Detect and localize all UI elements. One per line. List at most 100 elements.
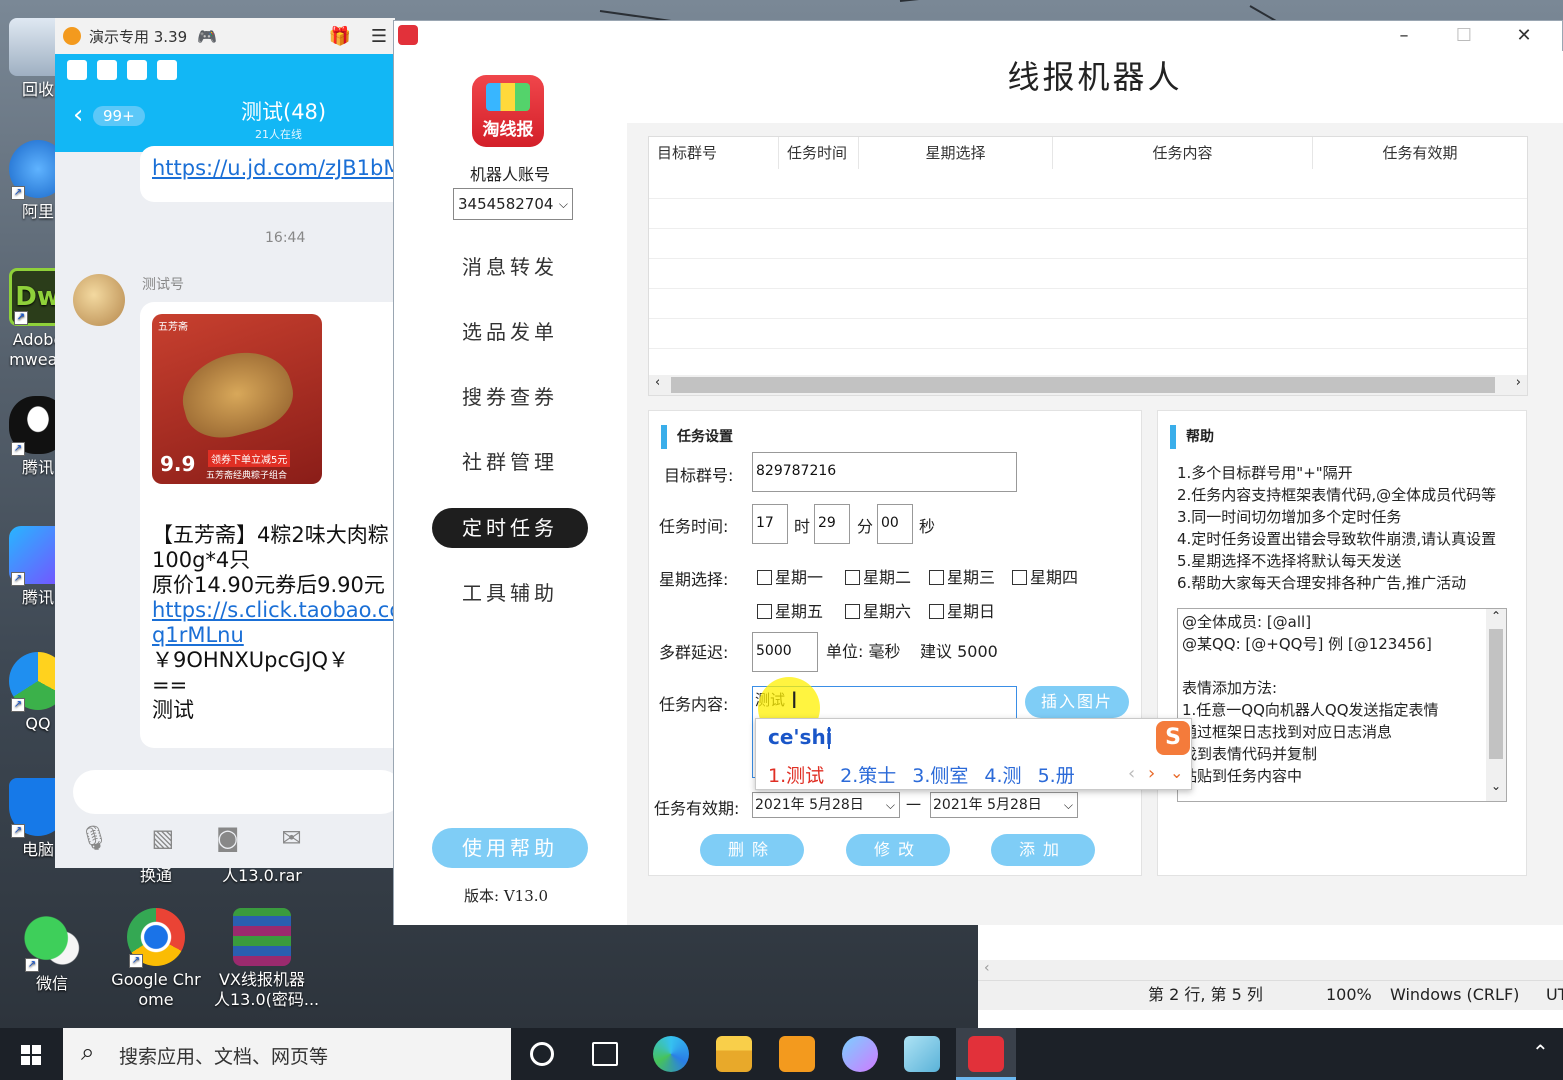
col-weekday[interactable]: 星期选择 (859, 137, 1053, 169)
edit-button[interactable]: 修改 (846, 834, 950, 866)
date-from-picker[interactable]: 2021年 5月28日 ⌵ (752, 792, 900, 818)
shortcut-arrow-icon: ↗ (25, 958, 39, 972)
notepad-window: ‹ 第 2 行, 第 5 列 100% Windows (CRLF) UT (978, 925, 1563, 1028)
cortana-icon[interactable] (530, 1042, 554, 1066)
search-icon: ⌕ (81, 1038, 95, 1066)
qq-titlebar: 演示专用 3.39 🎮 🎁 ☰ (55, 18, 395, 54)
ime-candidate[interactable]: 5.册 (1038, 761, 1075, 788)
nav-tools[interactable]: 工具辅助 (432, 573, 588, 613)
chevron-down-icon: ⌵ (1063, 798, 1073, 812)
microphone-icon[interactable]: 🎙 (79, 824, 109, 868)
ime-candidate[interactable]: 1.测试 (768, 761, 824, 788)
weekday-checkbox-thu[interactable]: 星期四 (1012, 564, 1078, 588)
taobao-link-tail[interactable]: q1rMLnu (152, 623, 395, 648)
weekday-checkbox-sun[interactable]: 星期日 (929, 598, 995, 622)
msg-line: 【五芳斋】4粽2味大肉粽 (152, 523, 389, 547)
section-title: 任务设置 (661, 425, 733, 449)
close-button[interactable]: ✕ (1494, 21, 1554, 51)
weekday-checkbox-sat[interactable]: 星期六 (845, 598, 911, 622)
gamepad-icon: 🎮 (197, 26, 218, 46)
task-view-icon[interactable] (592, 1042, 618, 1066)
minute-input[interactable]: 29 (814, 504, 850, 544)
chat-input-field[interactable] (73, 770, 395, 814)
product-image[interactable]: 五芳斋 9.9 领券下单立减5元 五芳斋经典粽子组合 (152, 314, 322, 484)
ime-candidate[interactable]: 2.策士 (840, 761, 896, 788)
date-to-picker[interactable]: 2021年 5月28日 ⌵ (930, 792, 1078, 818)
weekday-checkbox-wed[interactable]: 星期三 (929, 564, 995, 588)
desktop-icon-huantong[interactable]: 换通 (108, 866, 204, 886)
hour-input[interactable]: 17 (752, 504, 788, 544)
scroll-left-icon[interactable]: ‹ (655, 375, 660, 390)
scrollbar-thumb[interactable] (1489, 629, 1503, 759)
shortcut-arrow-icon: ↗ (11, 572, 25, 586)
insert-image-button[interactable]: 插入图片 (1025, 686, 1129, 718)
presenter-app-icon[interactable] (779, 1036, 815, 1072)
desktop-icon-wechat[interactable]: ↗ 微信 (4, 912, 100, 994)
ime-prev-icon[interactable]: ‹ (1128, 763, 1135, 784)
cat-app-icon[interactable] (842, 1036, 878, 1072)
edge-icon[interactable] (653, 1036, 689, 1072)
robot-app-icon (968, 1036, 1004, 1072)
nav-coupon-search[interactable]: 搜券查券 (432, 377, 588, 417)
minimize-button[interactable]: – (1374, 21, 1434, 51)
scroll-right-icon[interactable]: › (1516, 375, 1521, 390)
nav-scheduled-task[interactable]: 定时任务 (432, 508, 588, 548)
col-task-content[interactable]: 任务内容 (1053, 137, 1313, 169)
gift-icon[interactable]: 🎁 (328, 26, 350, 47)
help-title: 帮助 (1170, 425, 1214, 449)
red-packet-icon[interactable]: ✉ (281, 824, 301, 868)
help-textbox[interactable]: @全体成员: [@all] @某QQ: [@+QQ号] 例 [@123456] … (1177, 608, 1507, 802)
ime-expand-icon[interactable]: ⌄ (1170, 763, 1183, 782)
avatar[interactable] (73, 274, 125, 326)
account-select[interactable]: 3454582704 ⌵ (453, 188, 573, 220)
vertical-scrollbar[interactable]: ⌃ ⌄ (1486, 609, 1506, 801)
scroll-up-icon[interactable]: ⌃ (1491, 609, 1501, 623)
ime-next-icon[interactable]: › (1148, 763, 1155, 784)
scrollbar-thumb[interactable] (671, 377, 1495, 393)
jd-link[interactable]: https://u.jd.com/zJB1bM (152, 156, 395, 180)
desktop-icon-vx-robot-rar[interactable]: VX线报机器 人13.0(密码... (214, 908, 319, 1010)
nav-community-manage[interactable]: 社群管理 (432, 442, 588, 482)
nav-message-forward[interactable]: 消息转发 (432, 247, 588, 287)
horizontal-scrollbar[interactable]: ‹ › (649, 375, 1527, 395)
add-button[interactable]: 添加 (991, 834, 1095, 866)
chevron-up-icon[interactable]: ⌃ (1532, 1040, 1549, 1064)
ime-candidate[interactable]: 4.测 (984, 761, 1021, 788)
notepad-statusbar: 第 2 行, 第 5 列 100% Windows (CRLF) UT (978, 980, 1563, 1010)
desktop-icon-rar-file[interactable]: 人13.0.rar (214, 866, 310, 886)
image-icon[interactable]: ▧ (151, 824, 174, 868)
start-button[interactable] (0, 1028, 62, 1080)
search-box[interactable]: ⌕ 搜索应用、文档、网页等 (63, 1028, 511, 1080)
notepad-hscrollbar[interactable]: ‹ (978, 960, 1563, 980)
back-chevron-icon[interactable]: ‹ (73, 100, 83, 130)
help-box-line: @全体成员: [@all] (1182, 613, 1312, 631)
desktop-icon-chrome[interactable]: ↗ Google Chr ome (108, 908, 204, 1010)
second-input[interactable]: 00 (877, 504, 913, 544)
ime-candidate[interactable]: 3.侧室 (912, 761, 968, 788)
maximize-button[interactable]: ☐ (1434, 21, 1494, 51)
menu-icon[interactable]: ☰ (371, 26, 387, 47)
file-explorer-icon[interactable] (716, 1036, 752, 1072)
group-input[interactable]: 829787216 (752, 452, 1017, 492)
desktop-icon-label: Google Chr ome (111, 970, 201, 1009)
col-target-group[interactable]: 目标群号 (649, 137, 779, 169)
delay-input[interactable]: 5000 (752, 632, 818, 672)
weekday-checkbox-tue[interactable]: 星期二 (845, 564, 911, 588)
chat-header: ‹ 99+ 测试(48) 21人在线 (55, 54, 395, 152)
notepad-taskbar-icon[interactable] (904, 1036, 940, 1072)
scroll-down-icon[interactable]: ⌄ (1491, 779, 1501, 793)
weekday-checkbox-fri[interactable]: 星期五 (757, 598, 823, 622)
chevron-down-icon: ⌵ (885, 798, 895, 812)
weekday-checkbox-mon[interactable]: 星期一 (757, 564, 823, 588)
help-usage-button[interactable]: 使用帮助 (432, 828, 588, 868)
nav-product-publish[interactable]: 选品发单 (432, 312, 588, 352)
robot-taskbar-item[interactable] (956, 1028, 1016, 1080)
delete-button[interactable]: 删除 (700, 834, 804, 866)
scroll-left-icon[interactable]: ‹ (984, 960, 990, 976)
camera-icon[interactable]: ◙ (216, 824, 239, 868)
help-line: 2.任务内容支持框架表情代码,@全体成员代码等 (1177, 486, 1497, 504)
col-task-time[interactable]: 任务时间 (779, 137, 859, 169)
taobao-link[interactable]: https://s.click.taobao.co (152, 598, 395, 623)
taskbar: ⌕ 搜索应用、文档、网页等 ⌃ (0, 1028, 1563, 1080)
col-validity[interactable]: 任务有效期 (1313, 137, 1527, 169)
